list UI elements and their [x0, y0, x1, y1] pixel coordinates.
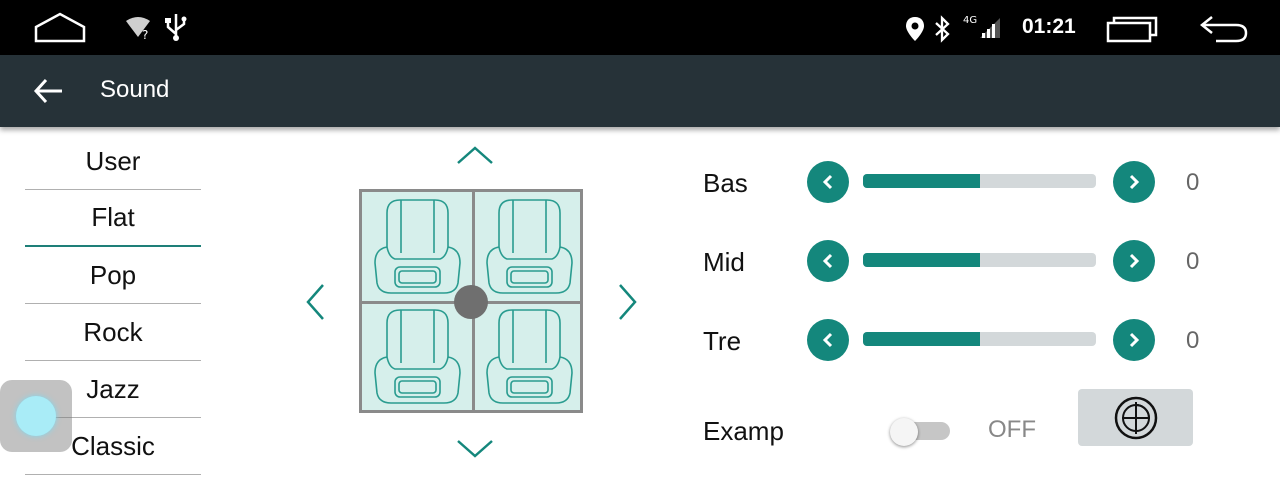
network-type-label: 4G	[963, 15, 977, 26]
amp-label: Examp	[703, 416, 784, 446]
status-clock: 01:21	[1022, 15, 1076, 38]
balance-right-icon[interactable]	[615, 282, 641, 322]
floating-assist-button[interactable]	[0, 380, 72, 452]
car-seat-icon	[365, 305, 470, 410]
bass-slider-fill	[863, 174, 980, 188]
balance-handle[interactable]	[454, 285, 488, 319]
wifi-unknown-icon: ?	[124, 15, 154, 41]
amp-state-label: OFF	[988, 416, 1036, 443]
mid-decrease-button[interactable]	[807, 240, 849, 282]
bass-increase-button[interactable]	[1113, 161, 1155, 203]
car-seat-icon	[477, 195, 582, 300]
mid-label: Mid	[703, 247, 745, 277]
bass-decrease-button[interactable]	[807, 161, 849, 203]
car-seat-icon	[365, 195, 470, 300]
mid-value: 0	[1186, 248, 1200, 275]
balance-down-icon[interactable]	[455, 436, 495, 460]
status-bar: ? 4G 01:21	[0, 0, 1280, 55]
subwoofer-icon	[1114, 396, 1157, 439]
chevron-left-icon	[822, 332, 833, 348]
treble-decrease-button[interactable]	[807, 319, 849, 361]
preset-user[interactable]: User	[25, 133, 201, 190]
mid-slider[interactable]	[863, 253, 1096, 267]
signal-icon: 4G	[962, 12, 1002, 40]
back-nav-icon[interactable]	[1198, 14, 1250, 44]
app-toolbar: Sound	[0, 55, 1280, 127]
chevron-right-icon	[1129, 174, 1140, 190]
preset-flat[interactable]: Flat	[25, 190, 201, 247]
location-icon	[905, 16, 925, 42]
home-icon[interactable]	[32, 12, 88, 44]
page-title: Sound	[100, 76, 170, 103]
chevron-right-icon	[1129, 253, 1140, 269]
chevron-left-icon	[822, 253, 833, 269]
treble-label: Tre	[703, 326, 742, 356]
balance-up-icon[interactable]	[455, 144, 495, 168]
assist-dot-icon	[16, 396, 56, 436]
treble-value: 0	[1186, 327, 1200, 354]
subwoofer-button[interactable]	[1078, 389, 1193, 446]
preset-pop[interactable]: Pop	[25, 247, 201, 304]
usb-icon	[164, 12, 188, 42]
amp-toggle[interactable]	[890, 418, 952, 446]
chevron-right-icon	[1129, 332, 1140, 348]
treble-slider-fill	[863, 332, 980, 346]
balance-left-icon[interactable]	[302, 282, 328, 322]
preset-rock[interactable]: Rock	[25, 304, 201, 361]
treble-increase-button[interactable]	[1113, 319, 1155, 361]
svg-text:?: ?	[142, 28, 148, 41]
toggle-knob	[890, 418, 918, 446]
bass-slider[interactable]	[863, 174, 1096, 188]
recents-icon[interactable]	[1105, 14, 1159, 44]
mid-increase-button[interactable]	[1113, 240, 1155, 282]
car-seat-icon	[477, 305, 582, 410]
treble-slider[interactable]	[863, 332, 1096, 346]
bass-value: 0	[1186, 169, 1200, 196]
mid-slider-fill	[863, 253, 980, 267]
bass-label: Bas	[703, 168, 748, 198]
bluetooth-icon	[932, 15, 952, 43]
back-arrow-icon[interactable]	[30, 75, 70, 107]
chevron-left-icon	[822, 174, 833, 190]
